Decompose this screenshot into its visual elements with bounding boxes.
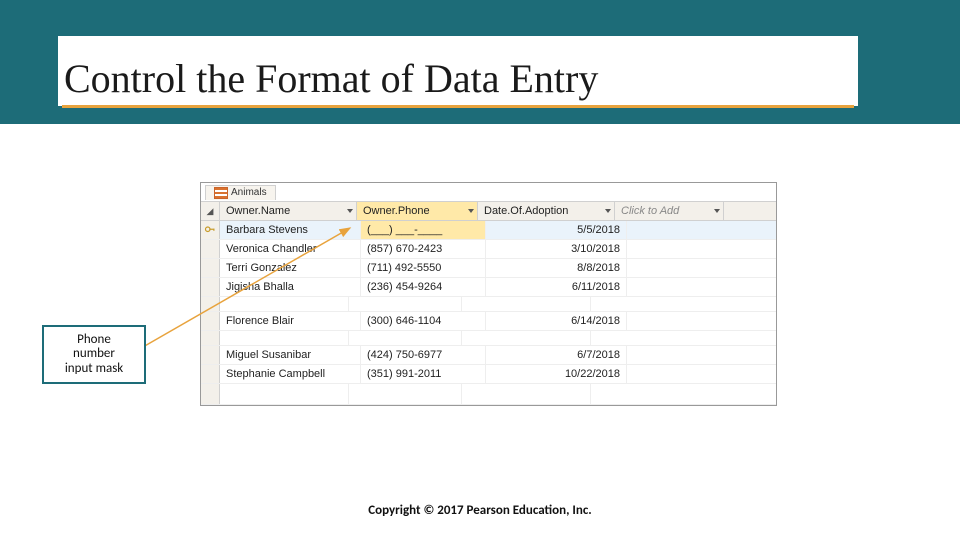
header-owner-name[interactable]: Owner.Name xyxy=(220,202,357,220)
table-row[interactable]: Stephanie Campbell(351) 991-201110/22/20… xyxy=(201,365,776,384)
header-date-adoption-label: Date.Of.Adoption xyxy=(484,205,568,217)
row-selector[interactable] xyxy=(201,278,220,296)
row-selector[interactable] xyxy=(201,259,220,277)
cell-owner-name[interactable]: Miguel Susanibar xyxy=(220,346,361,364)
table-row[interactable]: Terri Gonzalez(711) 492-55508/8/2018 xyxy=(201,259,776,278)
header-owner-phone-label: Owner.Phone xyxy=(363,205,430,217)
chevron-down-icon[interactable] xyxy=(714,208,721,215)
row-selector[interactable] xyxy=(201,346,220,364)
row-selector[interactable] xyxy=(201,312,220,330)
cell-owner-phone[interactable]: (___) ___-____ xyxy=(361,221,486,239)
table-row[interactable]: Miguel Susanibar(424) 750-69776/7/2018 xyxy=(201,346,776,365)
cell-filler xyxy=(627,240,776,258)
table-tab-label: Animals xyxy=(231,187,267,198)
cell-owner-name[interactable]: Terri Gonzalez xyxy=(220,259,361,277)
cell-owner-phone[interactable]: (857) 670-2423 xyxy=(361,240,486,258)
table-row[interactable]: Florence Blair(300) 646-11046/14/2018 xyxy=(201,312,776,331)
cell-owner-phone[interactable]: (711) 492-5550 xyxy=(361,259,486,277)
cell-date-adoption[interactable]: 10/22/2018 xyxy=(486,365,627,383)
cell-filler xyxy=(627,346,776,364)
chevron-down-icon[interactable] xyxy=(468,208,475,215)
header-row: ◢ Owner.Name Owner.Phone Date.Of.Adoptio… xyxy=(201,202,776,221)
spacer-row xyxy=(201,331,776,346)
header-click-to-add-label: Click to Add xyxy=(621,205,679,217)
tab-bar: Animals xyxy=(201,183,776,202)
datasheet-icon xyxy=(214,187,228,199)
cell-owner-name[interactable]: Barbara Stevens xyxy=(220,221,361,239)
rows-group: Miguel Susanibar(424) 750-69776/7/2018St… xyxy=(201,346,776,384)
cell-owner-name[interactable]: Florence Blair xyxy=(220,312,361,330)
header-filler xyxy=(724,202,776,220)
cell-date-adoption[interactable]: 8/8/2018 xyxy=(486,259,627,277)
cell-filler xyxy=(627,365,776,383)
table-row[interactable]: Barbara Stevens(___) ___-____5/5/2018 xyxy=(201,221,776,240)
callout-line3: input mask xyxy=(48,362,140,376)
rows-group: Florence Blair(300) 646-11046/14/2018 xyxy=(201,312,776,331)
callout-line2: number xyxy=(48,347,140,361)
table-tab[interactable]: Animals xyxy=(205,185,276,200)
cell-filler xyxy=(627,259,776,277)
cell-filler xyxy=(627,221,776,239)
cell-owner-name[interactable]: Veronica Chandler xyxy=(220,240,361,258)
copyright: Copyright © 2017 Pearson Education, Inc. xyxy=(0,503,960,518)
slide: Control the Format of Data Entry Animals… xyxy=(0,0,960,540)
cell-owner-phone[interactable]: (236) 454-9264 xyxy=(361,278,486,296)
chevron-down-icon[interactable] xyxy=(605,208,612,215)
callout-box: Phone number input mask xyxy=(42,325,146,384)
spacer-row xyxy=(201,297,776,312)
cell-date-adoption[interactable]: 6/7/2018 xyxy=(486,346,627,364)
callout-line1: Phone xyxy=(48,333,140,347)
table-row[interactable]: Veronica Chandler(857) 670-24233/10/2018 xyxy=(201,240,776,259)
cell-owner-phone[interactable]: (300) 646-1104 xyxy=(361,312,486,330)
cell-owner-phone[interactable]: (351) 991-2011 xyxy=(361,365,486,383)
table-row[interactable]: Jigisha Bhalla(236) 454-92646/11/2018 xyxy=(201,278,776,297)
cell-date-adoption[interactable]: 6/14/2018 xyxy=(486,312,627,330)
key-icon xyxy=(204,224,216,236)
spacer-row xyxy=(201,384,776,405)
chevron-down-icon[interactable] xyxy=(347,208,354,215)
cell-owner-name[interactable]: Stephanie Campbell xyxy=(220,365,361,383)
cell-date-adoption[interactable]: 3/10/2018 xyxy=(486,240,627,258)
cell-date-adoption[interactable]: 6/11/2018 xyxy=(486,278,627,296)
header-date-adoption[interactable]: Date.Of.Adoption xyxy=(478,202,615,220)
row-selector[interactable] xyxy=(201,221,220,239)
cell-filler xyxy=(627,312,776,330)
header-click-to-add[interactable]: Click to Add xyxy=(615,202,724,220)
slide-title: Control the Format of Data Entry xyxy=(58,58,602,106)
header-owner-phone[interactable]: Owner.Phone xyxy=(357,202,478,220)
row-selector[interactable] xyxy=(201,365,220,383)
datasheet: Animals ◢ Owner.Name Owner.Phone Date.Of… xyxy=(200,182,777,406)
cell-filler xyxy=(627,278,776,296)
title-band: Control the Format of Data Entry xyxy=(58,36,858,106)
rows-group: Barbara Stevens(___) ___-____5/5/2018Ver… xyxy=(201,221,776,297)
cell-owner-phone[interactable]: (424) 750-6977 xyxy=(361,346,486,364)
row-selector[interactable] xyxy=(201,240,220,258)
select-all-cell[interactable]: ◢ xyxy=(201,202,220,220)
title-underline xyxy=(62,105,854,108)
cell-date-adoption[interactable]: 5/5/2018 xyxy=(486,221,627,239)
header-owner-name-label: Owner.Name xyxy=(226,205,290,217)
cell-owner-name[interactable]: Jigisha Bhalla xyxy=(220,278,361,296)
